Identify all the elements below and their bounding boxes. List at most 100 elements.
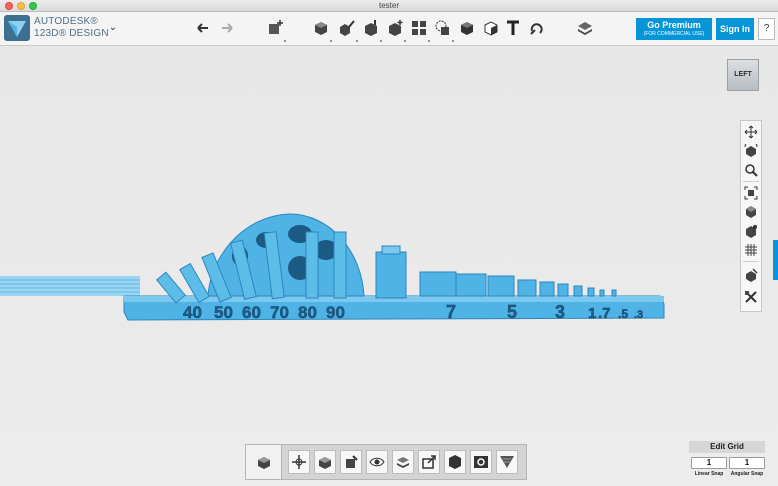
modify-tool-button[interactable] [360,17,382,42]
export-arrow-icon [422,455,436,469]
edit-grid-button[interactable]: Edit Grid [689,441,765,453]
angle-label-50: 50 [214,303,233,322]
construct-tool-button[interactable] [336,17,358,42]
undo-button[interactable] [192,17,214,39]
window-title: tester [378,1,399,10]
brand-product: 123D® DESIGN [34,28,109,39]
app-menu-chevron-icon[interactable]: ⌄ [106,21,120,35]
redo-icon [222,23,233,33]
angle-label-60: 60 [242,303,261,322]
main-toolbar: AUTODESK® 123D® DESIGN ⌄ Go Premium (FOR… [0,12,778,46]
edit-grid-panel: Edit Grid 1 1 Linear Snap Angular Snap [689,441,765,481]
perspective-button[interactable] [743,204,759,220]
3d-model[interactable]: 40 50 60 70 80 90 7 5 3 1 .7 .5 .3 [0,200,680,340]
layers-icon [578,22,592,35]
pattern-tool-button[interactable] [384,17,406,42]
filter-funnel-icon [500,456,514,468]
modify-cube-icon [365,20,377,36]
angular-snap-input[interactable]: 1 [729,457,765,469]
angle-label-70: 70 [270,303,289,322]
smart-scale-button[interactable] [340,450,362,474]
brush-cube-icon [340,20,355,36]
hexagon-icon [449,455,461,469]
size-label-7: 7 [446,302,456,322]
smart-scale-icon [346,455,358,468]
premium-sublabel: (FOR COMMERCIAL USE) [643,31,705,37]
size-label-5: 5 [507,302,517,322]
grouping-tool-button[interactable] [408,17,430,42]
fit-button[interactable] [743,185,759,201]
linear-snap-input[interactable]: 1 [691,457,727,469]
layer-button[interactable] [392,450,414,474]
undo-icon [197,23,208,33]
go-premium-button[interactable]: Go Premium (FOR COMMERCIAL USE) [636,18,712,40]
size-label-07: .7 [598,305,611,322]
settings-button[interactable] [743,289,759,305]
sketch-cube-icon [315,22,327,35]
pan-button[interactable] [743,124,759,140]
add-primitive-button[interactable] [264,17,286,42]
premium-label: Go Premium [647,20,701,30]
selection-mode-button[interactable] [246,445,282,479]
window-titlebar: tester [0,0,778,12]
box-plus-icon [269,20,283,34]
pattern-cube-icon [389,20,403,36]
zoom-magnifier-icon [745,164,758,177]
move-arrows-icon [292,455,306,469]
group-cubes-icon [412,21,426,35]
redo-button[interactable] [216,17,238,39]
eye-icon [369,457,385,467]
grid-cube-icon [745,244,757,256]
linear-snap-label: Linear Snap [694,471,724,477]
layer-stack-icon [397,457,409,468]
size-label-3: 3 [555,302,565,322]
filter-button[interactable] [496,450,518,474]
angular-snap-label: Angular Snap [730,471,764,477]
help-button[interactable]: ? [758,18,775,40]
sketch-tool-button[interactable] [310,17,332,42]
navigation-bar [740,120,762,312]
angle-label-40: 40 [183,303,202,322]
angle-label-90: 90 [326,303,345,322]
calibration-model: 40 50 60 70 80 90 7 5 3 1 .7 .5 .3 [123,213,665,322]
half-cube-icon [484,21,498,36]
fit-cube-icon [744,186,758,200]
camera-frame-icon [474,456,488,468]
size-label-03: .3 [634,309,643,321]
snap-tool-button[interactable] [526,17,548,39]
material-tool-button[interactable] [480,17,502,39]
solid-view-button[interactable] [444,450,466,474]
snap-magnet-icon [530,23,543,35]
text-t-icon [507,20,519,35]
select-cube-icon [258,457,270,469]
tools-icon [745,291,757,303]
side-panel-tab[interactable] [773,240,778,280]
perspective-cube-icon [746,206,756,218]
scale-cube-icon [319,457,331,469]
material-view-button[interactable] [743,223,759,239]
pan-arrows-icon [744,125,758,139]
export-button[interactable] [418,450,440,474]
view-cube[interactable]: LEFT [727,59,759,91]
material-cube-icon [746,225,757,238]
solid-cube-icon [461,22,473,35]
layers-button[interactable] [574,17,596,39]
visibility-button[interactable] [743,267,759,283]
measure-tool-button[interactable] [456,17,478,39]
visibility-cube-icon [746,268,758,282]
camera-button[interactable] [470,450,492,474]
angle-label-80: 80 [298,303,317,322]
bottom-toolbar [245,444,527,480]
zoom-button[interactable] [743,162,759,178]
app-logo-icon[interactable] [4,15,30,41]
grid-view-button[interactable] [743,242,759,258]
sign-in-button[interactable]: Sign In [716,18,754,40]
scale-button[interactable] [314,450,336,474]
combine-tool-button[interactable] [432,17,454,42]
text-tool-button[interactable] [502,17,524,39]
orbit-button[interactable] [743,143,759,159]
brand-company: AUTODESK® [34,16,98,27]
show-hide-button[interactable] [366,450,388,474]
orbit-cube-icon [744,144,758,157]
move-button[interactable] [288,450,310,474]
